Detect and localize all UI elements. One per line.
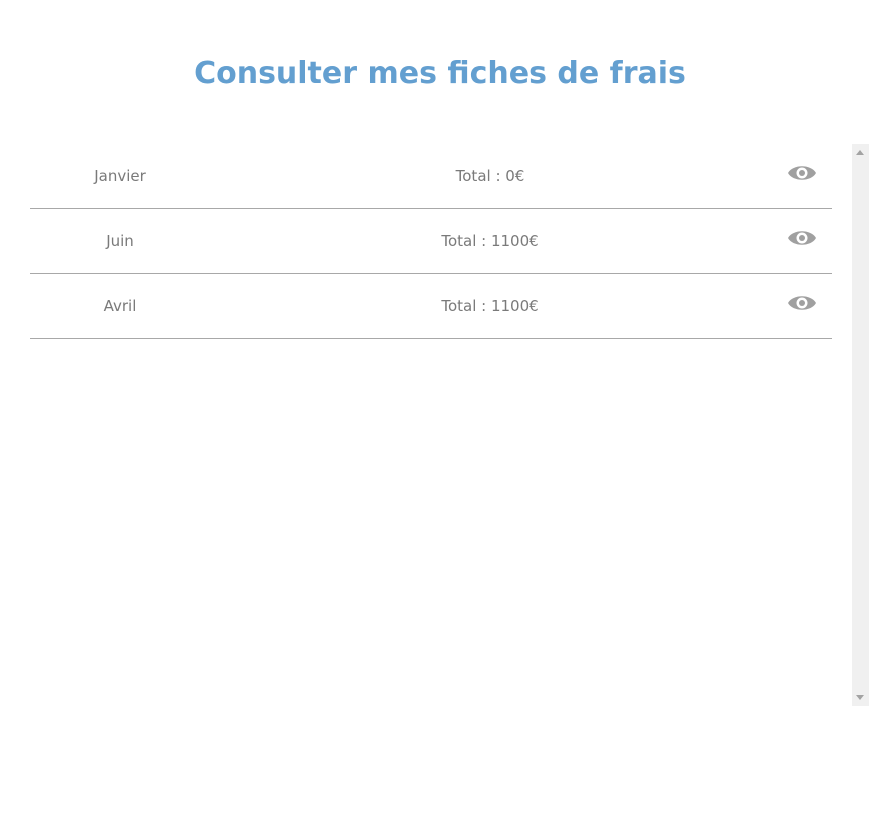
list-item: Janvier Total : 0€ <box>30 144 832 209</box>
scroll-down-arrow-icon[interactable] <box>856 695 864 700</box>
fiches-list: Janvier Total : 0€ Juin Total : 1100€ Av… <box>30 144 832 706</box>
fiche-total: Total : 1100€ <box>441 297 539 315</box>
eye-icon[interactable] <box>787 292 817 314</box>
fiche-total: Total : 1100€ <box>441 232 539 250</box>
scroll-up-arrow-icon[interactable] <box>856 150 864 155</box>
fiche-month: Janvier <box>94 167 146 185</box>
eye-icon[interactable] <box>787 227 817 249</box>
page-title: Consulter mes fiches de frais <box>194 56 686 91</box>
list-item: Avril Total : 1100€ <box>30 274 832 339</box>
vertical-scrollbar[interactable] <box>852 144 869 706</box>
fiche-month: Avril <box>103 297 137 315</box>
eye-icon[interactable] <box>787 162 817 184</box>
fiche-total: Total : 0€ <box>455 167 525 185</box>
fiche-month: Juin <box>106 232 134 250</box>
list-item: Juin Total : 1100€ <box>30 209 832 274</box>
